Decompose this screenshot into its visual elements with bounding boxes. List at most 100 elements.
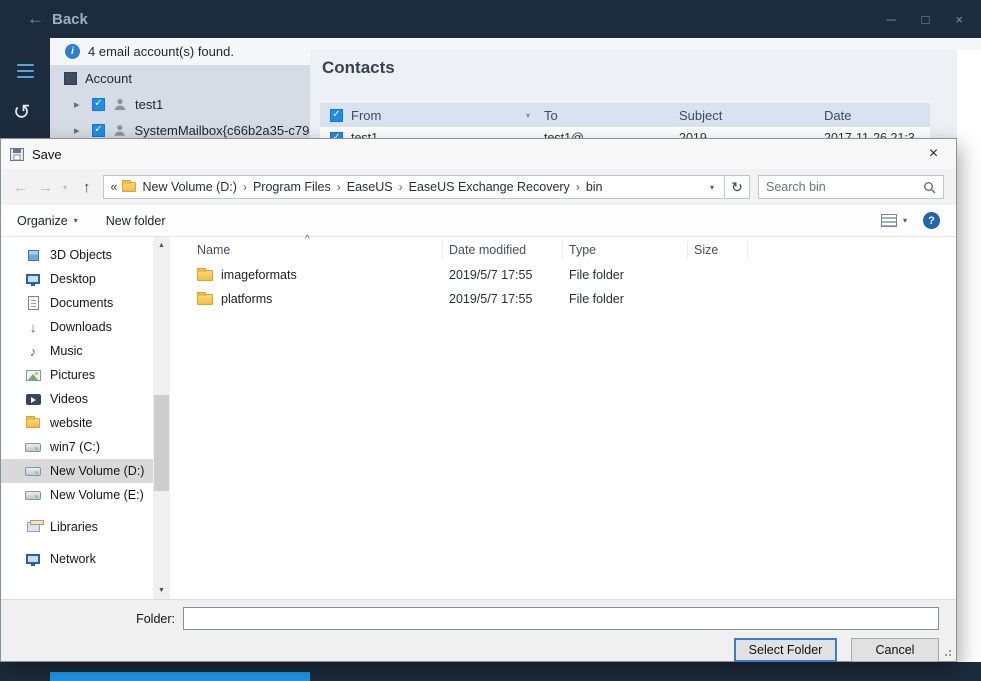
search-box <box>758 175 944 199</box>
address-dropdown-icon[interactable]: ▾ <box>702 183 722 192</box>
back-arrow-icon: ← <box>27 9 44 28</box>
dialog-toolbar: Organize ▾ New folder ▾ ? <box>1 205 956 237</box>
folder-icon <box>197 267 213 281</box>
breadcrumb[interactable]: « New Volume (D:) › Program Files › Ease… <box>102 175 725 199</box>
sidebar-item-new-volume-d[interactable]: New Volume (D:) <box>1 459 153 483</box>
info-text: 4 email account(s) found. <box>88 44 234 59</box>
sidebar-item-videos[interactable]: Videos <box>1 387 153 411</box>
breadcrumb-item[interactable]: EaseUS <box>341 180 399 194</box>
nav-back-icon[interactable]: ← <box>13 179 28 196</box>
scroll-down-icon[interactable]: ▼ <box>153 582 170 599</box>
music-icon: ♪ <box>29 343 37 359</box>
page-title: Contacts <box>322 58 395 77</box>
sidebar-scrollbar[interactable]: ▲ ▼ <box>153 237 170 599</box>
search-input[interactable] <box>759 180 923 194</box>
folder-icon <box>122 180 137 192</box>
menu-icon[interactable] <box>17 64 34 82</box>
expander-icon[interactable]: ▸ <box>74 98 84 111</box>
folder-icon <box>197 291 213 305</box>
close-icon[interactable]: × <box>955 12 963 27</box>
right-gutter <box>957 50 981 662</box>
expander-icon[interactable]: ▸ <box>74 124 84 137</box>
user-icon <box>114 98 126 110</box>
nav-history-caret-icon[interactable]: ▾ <box>63 183 67 192</box>
mailbox-checkbox[interactable] <box>92 123 105 137</box>
dialog-title: Save <box>32 146 62 162</box>
sidebar-item-network[interactable]: Network <box>1 547 153 571</box>
save-dialog: Save × ← → ▾ ↑ « New Volume (D:) › Progr… <box>0 138 957 662</box>
folder-field-label: Folder: <box>136 611 175 626</box>
select-folder-button[interactable]: Select Folder <box>734 638 837 662</box>
dialog-navbar: ← → ▾ ↑ « New Volume (D:) › Program File… <box>1 169 956 205</box>
filter-caret-icon[interactable]: ▾ <box>526 111 530 120</box>
drive-icon <box>25 442 41 452</box>
cancel-button[interactable]: Cancel <box>851 638 939 662</box>
view-mode-button[interactable]: ▾ <box>880 214 907 227</box>
sidebar-item-label: Downloads <box>50 320 112 334</box>
sidebar-item-desktop[interactable]: Desktop <box>1 267 153 291</box>
sidebar-item-win7-c[interactable]: win7 (C:) <box>1 435 153 459</box>
file-row[interactable]: platforms 2019/5/7 17:55 File folder <box>170 287 956 311</box>
organize-button[interactable]: Organize ▾ <box>17 214 78 228</box>
file-name: imageformats <box>221 268 297 282</box>
sidebar-item-3d-objects[interactable]: 3D Objects <box>1 243 153 267</box>
tree-item-test1[interactable]: ▸ test1 <box>50 91 310 117</box>
sidebar-item-libraries[interactable]: Libraries <box>1 515 153 539</box>
folder-icon <box>26 416 40 428</box>
nav-forward-icon[interactable]: → <box>38 179 53 196</box>
sidebar-item-label: Libraries <box>50 520 98 534</box>
help-button[interactable]: ? <box>923 212 940 229</box>
select-all-checkbox[interactable] <box>330 108 343 122</box>
scrollbar-thumb[interactable] <box>154 395 169 491</box>
column-header-subject[interactable]: Subject <box>675 108 820 123</box>
file-type: File folder <box>569 268 624 282</box>
column-header-from[interactable]: From ▾ <box>320 108 540 123</box>
chevron-down-icon: ▾ <box>902 216 907 225</box>
file-date-modified: 2019/5/7 17:55 <box>449 268 533 282</box>
window-controls: ─ □ × <box>886 12 963 27</box>
breadcrumb-overflow-icon[interactable]: « <box>106 180 123 194</box>
sidebar-item-website[interactable]: website <box>1 411 153 435</box>
breadcrumb-item[interactable]: bin <box>580 180 609 194</box>
column-header-size[interactable]: Size <box>688 241 748 259</box>
chevron-down-icon: ▾ <box>73 216 78 225</box>
file-row[interactable]: imageformats 2019/5/7 17:55 File folder <box>170 263 956 287</box>
dialog-close-icon[interactable]: × <box>911 139 956 169</box>
column-header-date[interactable]: Date <box>820 108 930 123</box>
file-list: ^ Name Date modified Type Size imageform… <box>170 234 956 599</box>
drive-icon <box>25 466 41 476</box>
breadcrumb-item[interactable]: EaseUS Exchange Recovery <box>403 180 576 194</box>
column-header-to[interactable]: To <box>540 108 675 123</box>
sidebar-item-label: Pictures <box>50 368 96 382</box>
tree-item-account[interactable]: Account <box>50 65 310 91</box>
resize-grip[interactable] <box>942 647 952 657</box>
breadcrumb-item[interactable]: Program Files <box>247 180 337 194</box>
user-icon <box>114 125 126 136</box>
folder-name-input[interactable] <box>183 607 939 630</box>
maximize-icon[interactable]: □ <box>922 12 930 27</box>
sidebar-item-new-volume-e[interactable]: New Volume (E:) <box>1 483 153 507</box>
sidebar-item-downloads[interactable]: ↓ Downloads <box>1 315 153 339</box>
back-button[interactable]: ← Back <box>27 9 88 29</box>
minimize-icon[interactable]: ─ <box>886 12 895 27</box>
sidebar-item-documents[interactable]: Documents <box>1 291 153 315</box>
nav-up-icon[interactable]: ↑ <box>83 179 91 196</box>
sidebar-item-label: Videos <box>50 392 88 406</box>
mailbox-checkbox[interactable] <box>92 97 105 111</box>
breadcrumb-item[interactable]: New Volume (D:) <box>136 180 242 194</box>
new-folder-button[interactable]: New folder <box>106 214 166 228</box>
scroll-up-icon[interactable]: ▲ <box>153 237 170 254</box>
progress-bar <box>50 672 310 681</box>
sidebar-item-music[interactable]: ♪ Music <box>1 339 153 363</box>
info-icon: i <box>65 44 80 59</box>
file-name: platforms <box>221 292 273 306</box>
organize-label: Organize <box>17 213 68 228</box>
account-checkbox[interactable] <box>64 71 77 85</box>
column-header-type[interactable]: Type <box>563 241 688 259</box>
column-header-date-modified[interactable]: Date modified <box>443 241 563 259</box>
rescan-icon[interactable]: ↺ <box>13 100 31 125</box>
libraries-icon <box>26 520 44 532</box>
refresh-icon[interactable]: ↻ <box>725 175 750 199</box>
tree-label: SystemMailbox{c66b2a35-c794 <box>134 122 311 138</box>
sidebar-item-pictures[interactable]: Pictures <box>1 363 153 387</box>
